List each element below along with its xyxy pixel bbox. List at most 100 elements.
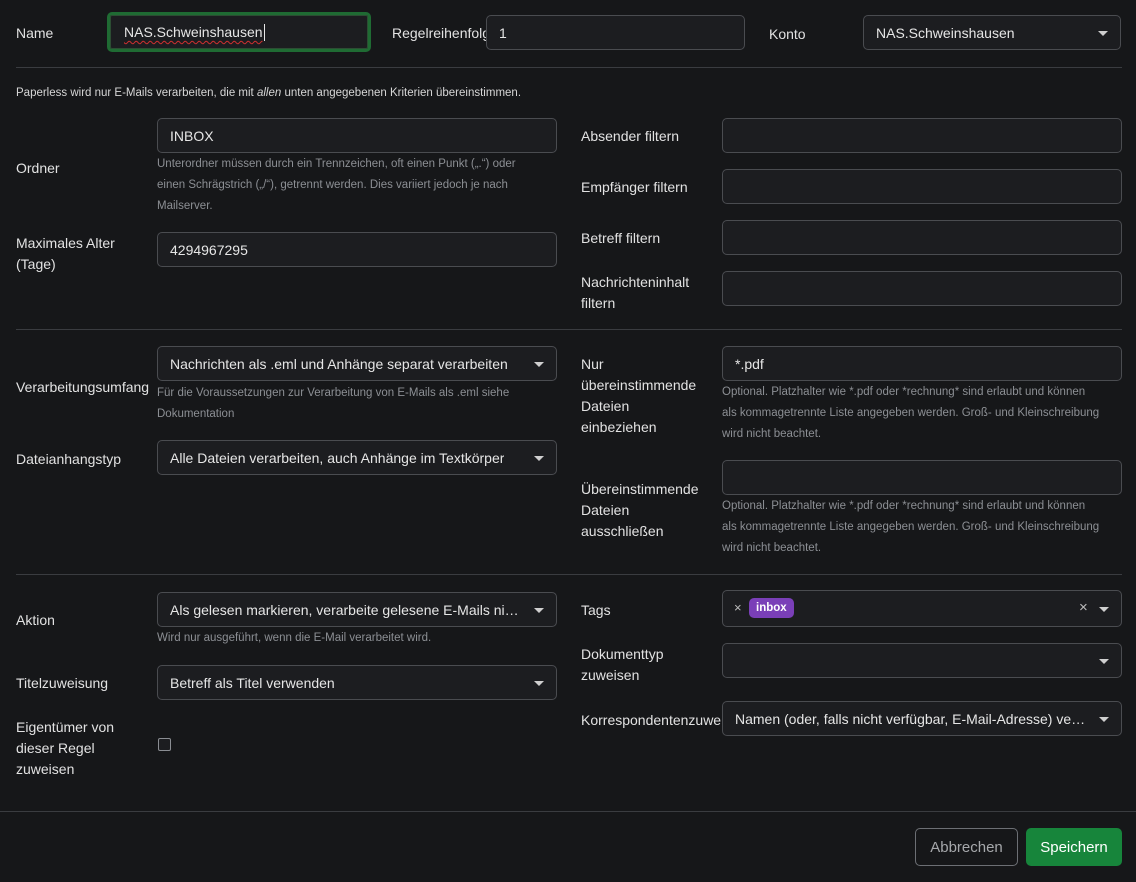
filter-body-label-line: Nachrichteninhalt	[581, 274, 690, 290]
doctype-select[interactable]	[722, 643, 1122, 678]
folder-help-line: Mailserver.	[157, 200, 213, 212]
include-files-label-line: einbeziehen	[581, 419, 657, 435]
folder-label: Ordner	[16, 160, 60, 176]
include-files-label-line: Dateien	[581, 398, 630, 414]
max-age-label-line: (Tage)	[16, 256, 56, 272]
exclude-files-label-line: Dateien	[581, 502, 630, 518]
include-files-label: Nur übereinstimmende Dateien einbeziehen	[581, 354, 696, 438]
filter-from-label: Absender filtern	[581, 128, 680, 144]
max-age-label: Maximales Alter (Tage)	[16, 233, 115, 275]
max-age-label-line: Maximales Alter	[16, 235, 115, 251]
owner-label-line: Eigentümer von	[16, 719, 115, 735]
divider-header	[16, 67, 1122, 68]
folder-input-value: INBOX	[170, 127, 214, 144]
correspondent-select-value: Namen (oder, falls nicht verfügbar, E-Ma…	[735, 710, 1087, 727]
exclude-files-help-line: Optional. Platzhalter wie *.pdf oder *re…	[722, 500, 1086, 512]
folder-help: Unterordner müssen durch ein Trennzeiche…	[157, 154, 516, 217]
owner-label-line: zuweisen	[16, 761, 75, 777]
scope-label: Verarbeitungsumfang	[16, 379, 150, 395]
chevron-down-icon	[1098, 30, 1108, 36]
chevron-down-icon	[1099, 658, 1109, 664]
order-input[interactable]: 1	[486, 15, 745, 50]
save-button[interactable]: Speichern	[1026, 828, 1122, 866]
attachment-type-select[interactable]: Alle Dateien verarbeiten, auch Anhänge i…	[157, 440, 557, 475]
doctype-label-line: Dokumenttyp	[581, 646, 664, 662]
chevron-down-icon	[534, 455, 544, 461]
name-input-value: NAS.Schweinshausen	[124, 24, 263, 40]
criteria-intro-after: unten angegebenen Kriterien übereinstimm…	[281, 87, 522, 99]
divider-section1	[16, 329, 1122, 330]
title-select[interactable]: Betreff als Titel verwenden	[157, 665, 557, 700]
account-select[interactable]: NAS.Schweinshausen	[863, 15, 1121, 50]
filter-body-input[interactable]	[722, 271, 1122, 306]
action-help: Wird nur ausgeführt, wenn die E-Mail ver…	[157, 632, 432, 644]
owner-checkbox[interactable]	[158, 738, 171, 751]
filter-to-label: Empfänger filtern	[581, 179, 688, 195]
filter-body-label-line: filtern	[581, 295, 616, 311]
exclude-files-help: Optional. Platzhalter wie *.pdf oder *re…	[722, 496, 1099, 559]
chevron-down-icon	[534, 680, 544, 686]
account-label: Konto	[769, 26, 806, 42]
name-label: Name	[16, 25, 54, 41]
include-files-label-line: Nur	[581, 356, 604, 372]
order-input-value: 1	[499, 24, 507, 41]
criteria-intro-before: Paperless wird nur E-Mails verarbeiten, …	[16, 87, 257, 99]
filter-body-label: Nachrichteninhalt filtern	[581, 272, 689, 314]
include-files-input-value: *.pdf	[735, 355, 764, 372]
filter-subject-label: Betreff filtern	[581, 230, 661, 246]
text-caret	[263, 23, 265, 41]
cancel-button[interactable]: Abbrechen	[915, 828, 1018, 866]
chevron-down-icon	[1099, 716, 1109, 722]
filter-from-input[interactable]	[722, 118, 1122, 153]
account-select-value: NAS.Schweinshausen	[876, 24, 1015, 41]
scope-select-value: Nachrichten als .eml und Anhänge separat…	[170, 355, 508, 372]
tags-label: Tags	[581, 602, 611, 618]
folder-help-line: einen Schrägstrich („/“), getrennt werde…	[157, 179, 508, 191]
divider-section2	[16, 574, 1122, 575]
tag-remove-icon[interactable]: ×	[734, 600, 742, 615]
chevron-down-icon	[1099, 606, 1109, 612]
title-label: Titelzuweisung	[16, 675, 109, 691]
name-input[interactable]: NAS.Schweinshausen	[107, 12, 371, 52]
include-files-help-line: wird nicht beachtet.	[722, 428, 822, 440]
chevron-down-icon	[534, 361, 544, 367]
documentation-link[interactable]: Dokumentation	[157, 404, 509, 425]
tag-chip-inbox: inbox	[749, 598, 794, 618]
exclude-files-label: Übereinstimmende Dateien ausschließen	[581, 479, 699, 542]
exclude-files-label-line: Übereinstimmende	[581, 481, 699, 497]
filter-to-input[interactable]	[722, 169, 1122, 204]
scope-help-line: Für die Voraussetzungen zur Verarbeitung…	[157, 387, 510, 399]
attachment-type-label: Dateianhangstyp	[16, 451, 122, 467]
owner-label: Eigentümer von dieser Regel zuweisen	[16, 717, 114, 780]
chevron-down-icon	[534, 607, 544, 613]
exclude-files-label-line: ausschließen	[581, 523, 664, 539]
folder-input[interactable]: INBOX	[157, 118, 557, 153]
exclude-files-help-line: wird nicht beachtet.	[722, 542, 822, 554]
footer-divider	[0, 811, 1136, 812]
title-select-value: Betreff als Titel verwenden	[170, 674, 335, 691]
exclude-files-input[interactable]	[722, 460, 1122, 495]
filter-subject-input[interactable]	[722, 220, 1122, 255]
folder-help-line: Unterordner müssen durch ein Trennzeiche…	[157, 158, 516, 170]
clear-icon[interactable]: ×	[1079, 599, 1088, 616]
include-files-help-line: Optional. Platzhalter wie *.pdf oder *re…	[722, 386, 1086, 398]
action-select-value: Als gelesen markieren, verarbeite gelese…	[170, 601, 522, 618]
order-label: Regelreihenfolge	[392, 25, 486, 41]
max-age-input[interactable]: 4294967295	[157, 232, 557, 267]
include-files-help-line: als kommagetrennte Liste angegeben werde…	[722, 407, 1100, 419]
criteria-intro-emphasis: allen	[256, 87, 282, 99]
doctype-label-line: zuweisen	[581, 667, 640, 683]
action-select[interactable]: Als gelesen markieren, verarbeite gelese…	[157, 592, 557, 627]
doctype-label: Dokumenttyp zuweisen	[581, 644, 663, 686]
correspondent-select[interactable]: Namen (oder, falls nicht verfügbar, E-Ma…	[722, 701, 1122, 736]
include-files-label-line: übereinstimmende	[581, 377, 697, 393]
action-label: Aktion	[16, 612, 55, 628]
scope-help: Für die Voraussetzungen zur Verarbeitung…	[157, 383, 509, 425]
include-files-input[interactable]: *.pdf	[722, 346, 1122, 381]
scope-select[interactable]: Nachrichten als .eml und Anhänge separat…	[157, 346, 557, 381]
include-files-help: Optional. Platzhalter wie *.pdf oder *re…	[722, 382, 1099, 445]
criteria-intro: Paperless wird nur E-Mails verarbeiten, …	[16, 87, 521, 99]
max-age-input-value: 4294967295	[170, 241, 248, 258]
exclude-files-help-line: als kommagetrennte Liste angegeben werde…	[722, 521, 1100, 533]
owner-label-line: dieser Regel	[16, 740, 95, 756]
